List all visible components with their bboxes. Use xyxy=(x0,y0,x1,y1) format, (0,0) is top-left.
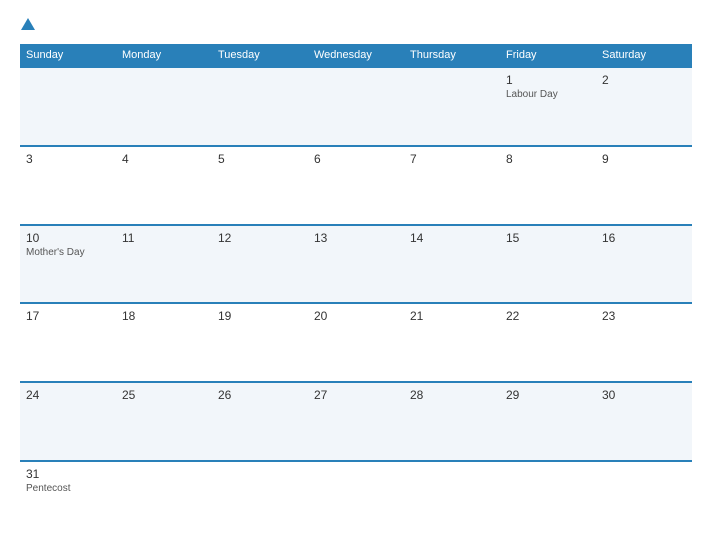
day-number: 22 xyxy=(506,309,590,323)
calendar-cell xyxy=(308,67,404,146)
calendar-cell xyxy=(404,461,500,540)
calendar-cell: 5 xyxy=(212,146,308,225)
calendar-cell: 21 xyxy=(404,303,500,382)
col-saturday: Saturday xyxy=(596,44,692,67)
calendar-cell: 7 xyxy=(404,146,500,225)
day-number: 7 xyxy=(410,152,494,166)
calendar-cell: 18 xyxy=(116,303,212,382)
calendar-cell: 4 xyxy=(116,146,212,225)
day-number: 2 xyxy=(602,73,686,87)
day-number: 13 xyxy=(314,231,398,245)
day-number: 12 xyxy=(218,231,302,245)
calendar-cell xyxy=(212,67,308,146)
col-wednesday: Wednesday xyxy=(308,44,404,67)
logo xyxy=(20,18,35,32)
calendar-cell: 12 xyxy=(212,225,308,304)
logo-text xyxy=(20,18,35,32)
calendar-cell: 28 xyxy=(404,382,500,461)
col-monday: Monday xyxy=(116,44,212,67)
calendar-cell: 6 xyxy=(308,146,404,225)
day-number: 23 xyxy=(602,309,686,323)
calendar-cell: 1 Labour Day xyxy=(500,67,596,146)
day-number: 15 xyxy=(506,231,590,245)
day-number: 21 xyxy=(410,309,494,323)
day-number: 3 xyxy=(26,152,110,166)
day-event: Pentecost xyxy=(26,483,110,494)
calendar-cell xyxy=(20,67,116,146)
day-event: Labour Day xyxy=(506,89,590,100)
day-number: 25 xyxy=(122,388,206,402)
calendar-table: Sunday Monday Tuesday Wednesday Thursday… xyxy=(20,44,692,540)
day-number: 10 xyxy=(26,231,110,245)
day-number: 5 xyxy=(218,152,302,166)
calendar-cell: 24 xyxy=(20,382,116,461)
calendar-cell: 15 xyxy=(500,225,596,304)
calendar-cell xyxy=(116,461,212,540)
calendar-page: Sunday Monday Tuesday Wednesday Thursday… xyxy=(0,0,712,550)
calendar-cell: 31 Pentecost xyxy=(20,461,116,540)
calendar-cell: 2 xyxy=(596,67,692,146)
calendar-cell xyxy=(500,461,596,540)
calendar-cell xyxy=(404,67,500,146)
col-sunday: Sunday xyxy=(20,44,116,67)
header xyxy=(20,18,692,32)
calendar-header-row: Sunday Monday Tuesday Wednesday Thursday… xyxy=(20,44,692,67)
calendar-cell xyxy=(308,461,404,540)
day-number: 27 xyxy=(314,388,398,402)
col-tuesday: Tuesday xyxy=(212,44,308,67)
calendar-week-row: 17 18 19 20 21 22 23 xyxy=(20,303,692,382)
calendar-cell: 29 xyxy=(500,382,596,461)
calendar-week-row: 1 Labour Day 2 xyxy=(20,67,692,146)
calendar-cell: 14 xyxy=(404,225,500,304)
calendar-cell xyxy=(596,461,692,540)
day-number: 29 xyxy=(506,388,590,402)
calendar-cell: 8 xyxy=(500,146,596,225)
day-number: 9 xyxy=(602,152,686,166)
calendar-week-row: 31 Pentecost xyxy=(20,461,692,540)
day-number: 18 xyxy=(122,309,206,323)
day-number: 31 xyxy=(26,467,110,481)
day-number: 17 xyxy=(26,309,110,323)
calendar-cell: 22 xyxy=(500,303,596,382)
day-number: 4 xyxy=(122,152,206,166)
calendar-week-row: 3456789 xyxy=(20,146,692,225)
calendar-cell: 16 xyxy=(596,225,692,304)
calendar-cell: 17 xyxy=(20,303,116,382)
day-number: 16 xyxy=(602,231,686,245)
calendar-week-row: 24 25 26 27 28 29 30 xyxy=(20,382,692,461)
calendar-cell xyxy=(116,67,212,146)
day-number: 11 xyxy=(122,231,206,245)
day-number: 8 xyxy=(506,152,590,166)
calendar-cell: 13 xyxy=(308,225,404,304)
calendar-cell: 19 xyxy=(212,303,308,382)
col-friday: Friday xyxy=(500,44,596,67)
col-thursday: Thursday xyxy=(404,44,500,67)
calendar-cell: 27 xyxy=(308,382,404,461)
calendar-cell: 11 xyxy=(116,225,212,304)
calendar-cell: 23 xyxy=(596,303,692,382)
day-number: 24 xyxy=(26,388,110,402)
day-number: 30 xyxy=(602,388,686,402)
day-number: 19 xyxy=(218,309,302,323)
day-number: 1 xyxy=(506,73,590,87)
calendar-cell: 30 xyxy=(596,382,692,461)
calendar-cell: 26 xyxy=(212,382,308,461)
calendar-cell: 25 xyxy=(116,382,212,461)
day-number: 14 xyxy=(410,231,494,245)
calendar-cell: 3 xyxy=(20,146,116,225)
calendar-cell: 9 xyxy=(596,146,692,225)
day-number: 26 xyxy=(218,388,302,402)
day-number: 28 xyxy=(410,388,494,402)
calendar-cell: 10 Mother's Day xyxy=(20,225,116,304)
day-event: Mother's Day xyxy=(26,247,110,258)
day-number: 20 xyxy=(314,309,398,323)
logo-triangle-icon xyxy=(21,18,35,30)
day-number: 6 xyxy=(314,152,398,166)
calendar-cell: 20 xyxy=(308,303,404,382)
calendar-week-row: 10 Mother's Day 11 12 13 14 15 16 xyxy=(20,225,692,304)
calendar-wrap: Sunday Monday Tuesday Wednesday Thursday… xyxy=(20,44,692,540)
calendar-cell xyxy=(212,461,308,540)
